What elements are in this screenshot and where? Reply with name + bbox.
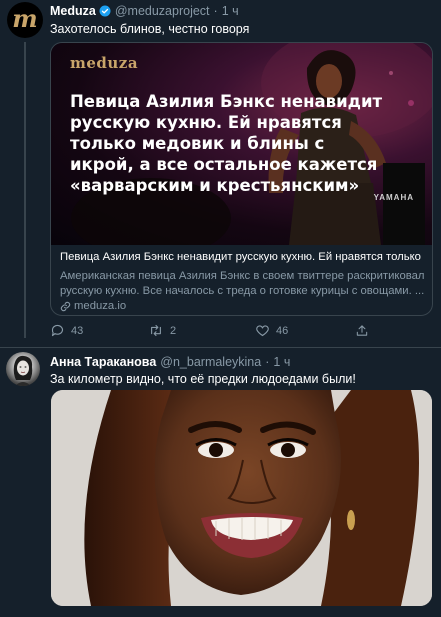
tweet-text: За километр видно, что её предки людоеда…	[50, 372, 356, 386]
woman-portrait-illustration	[51, 390, 432, 606]
attached-photo[interactable]	[51, 390, 432, 606]
separator-dot: ·	[265, 355, 270, 369]
avatar[interactable]	[6, 352, 40, 386]
author-handle[interactable]: @n_barmaleykina	[160, 355, 261, 369]
tweet-header: Анна Тараканова @n_barmaleykina · 1 ч	[50, 355, 290, 369]
author-name[interactable]: Анна Тараканова	[50, 355, 156, 369]
user-portrait-icon	[13, 355, 33, 386]
timestamp[interactable]: 1 ч	[273, 355, 290, 369]
tweet-reply[interactable]: Анна Тараканова @n_barmaleykina · 1 ч За…	[0, 0, 441, 617]
